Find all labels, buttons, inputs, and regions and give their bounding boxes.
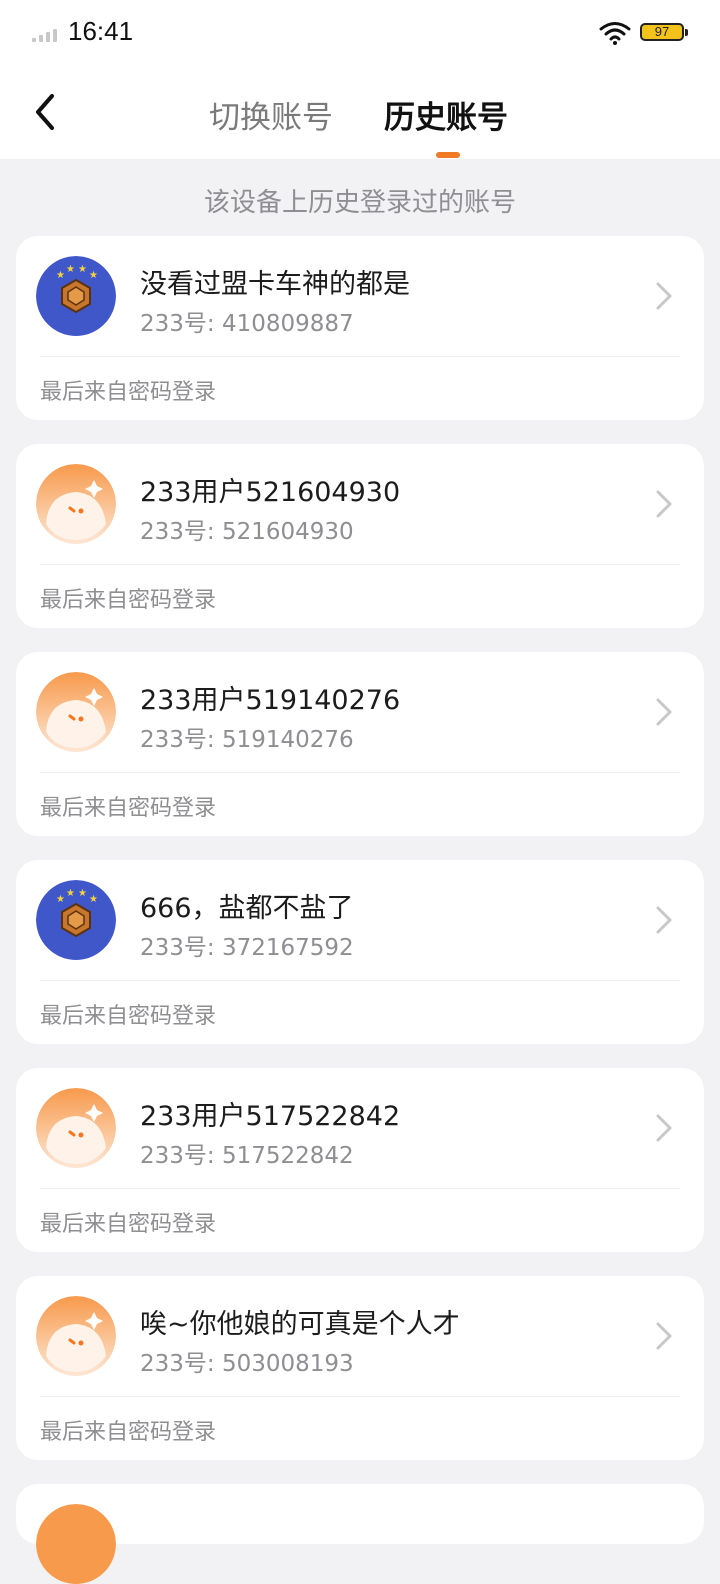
account-card[interactable]: 233用户519140276 233号: 519140276 最后来自密码登录 [16,652,704,836]
svg-text:★: ★ [66,264,75,275]
divider [40,356,680,357]
account-name: 233用户521604930 [140,477,401,508]
divider [40,1188,680,1189]
account-card[interactable]: 233用户521604930 233号: 521604930 最后来自密码登录 [16,444,704,628]
login-source: 最后来自密码登录 [40,588,217,613]
account-id: 233号: 372167592 [140,935,354,961]
account-name: 233用户519140276 [140,685,401,716]
login-source: 最后来自密码登录 [40,380,217,405]
svg-text:★: ★ [56,270,65,281]
divider [40,1396,680,1397]
divider [40,564,680,565]
account-card[interactable]: ★ ★ ★ ★ 666，盐都不盐了 233号: 372167592 最后来自密码… [16,860,704,1044]
account-card[interactable]: ★ ★ ★ ★ 没看过盟卡车神的都是 233号: 410809887 最后来自密… [16,236,704,420]
badge-avatar-icon: ★ ★ ★ ★ [36,880,116,960]
header: 切换账号 历史账号 [0,64,720,159]
login-source: 最后来自密码登录 [40,1004,217,1029]
account-list: ★ ★ ★ ★ 没看过盟卡车神的都是 233号: 410809887 最后来自密… [16,236,704,1584]
svg-text:★: ★ [89,894,98,905]
chevron-right-icon [656,282,672,310]
svg-text:★: ★ [89,270,98,281]
svg-text:★: ★ [78,888,87,899]
login-source: 最后来自密码登录 [40,796,217,821]
signal-icon [32,28,62,42]
account-name: 666，盐都不盐了 [140,893,354,924]
active-tab-indicator [436,152,460,158]
account-id: 233号: 410809887 [140,311,354,337]
wifi-icon [599,22,631,45]
status-time: 16:41 [68,16,134,46]
default-avatar-icon [36,1296,116,1376]
battery-icon: 97 [640,23,688,41]
chevron-right-icon [656,1322,672,1350]
back-arrow-icon[interactable] [26,92,66,132]
chevron-right-icon [656,1114,672,1142]
svg-text:★: ★ [78,264,87,275]
account-name: 唉~你他娘的可真是个人才 [140,1309,460,1340]
divider [40,772,680,773]
status-bar: 16:41 97 [0,0,720,64]
badge-avatar-icon: ★ ★ ★ ★ [36,256,116,336]
default-avatar-icon [36,1088,116,1168]
account-id: 233号: 503008193 [140,1351,354,1377]
default-avatar-icon [36,464,116,544]
account-card[interactable]: 233用户517522842 233号: 517522842 最后来自密码登录 [16,1068,704,1252]
account-id: 233号: 517522842 [140,1143,354,1169]
divider [40,980,680,981]
chevron-right-icon [656,490,672,518]
svg-text:★: ★ [56,894,65,905]
battery-level: 97 [654,24,670,39]
account-id: 233号: 519140276 [140,727,354,753]
tab-switch-account[interactable]: 切换账号 [209,92,333,137]
account-name: 没看过盟卡车神的都是 [140,269,410,300]
account-card[interactable]: 唉~你他娘的可真是个人才 233号: 503008193 最后来自密码登录 [16,1276,704,1460]
default-avatar-icon [36,1504,116,1584]
account-card-partial[interactable] [16,1484,704,1584]
chevron-right-icon [656,906,672,934]
section-subtitle: 该设备上历史登录过的账号 [203,188,516,218]
default-avatar-icon [36,672,116,752]
tab-history-account[interactable]: 历史账号 [384,92,508,137]
svg-text:★: ★ [66,888,75,899]
login-source: 最后来自密码登录 [40,1420,217,1445]
chevron-right-icon [656,698,672,726]
account-name: 233用户517522842 [140,1101,401,1132]
login-source: 最后来自密码登录 [40,1212,217,1237]
account-id: 233号: 521604930 [140,519,354,545]
